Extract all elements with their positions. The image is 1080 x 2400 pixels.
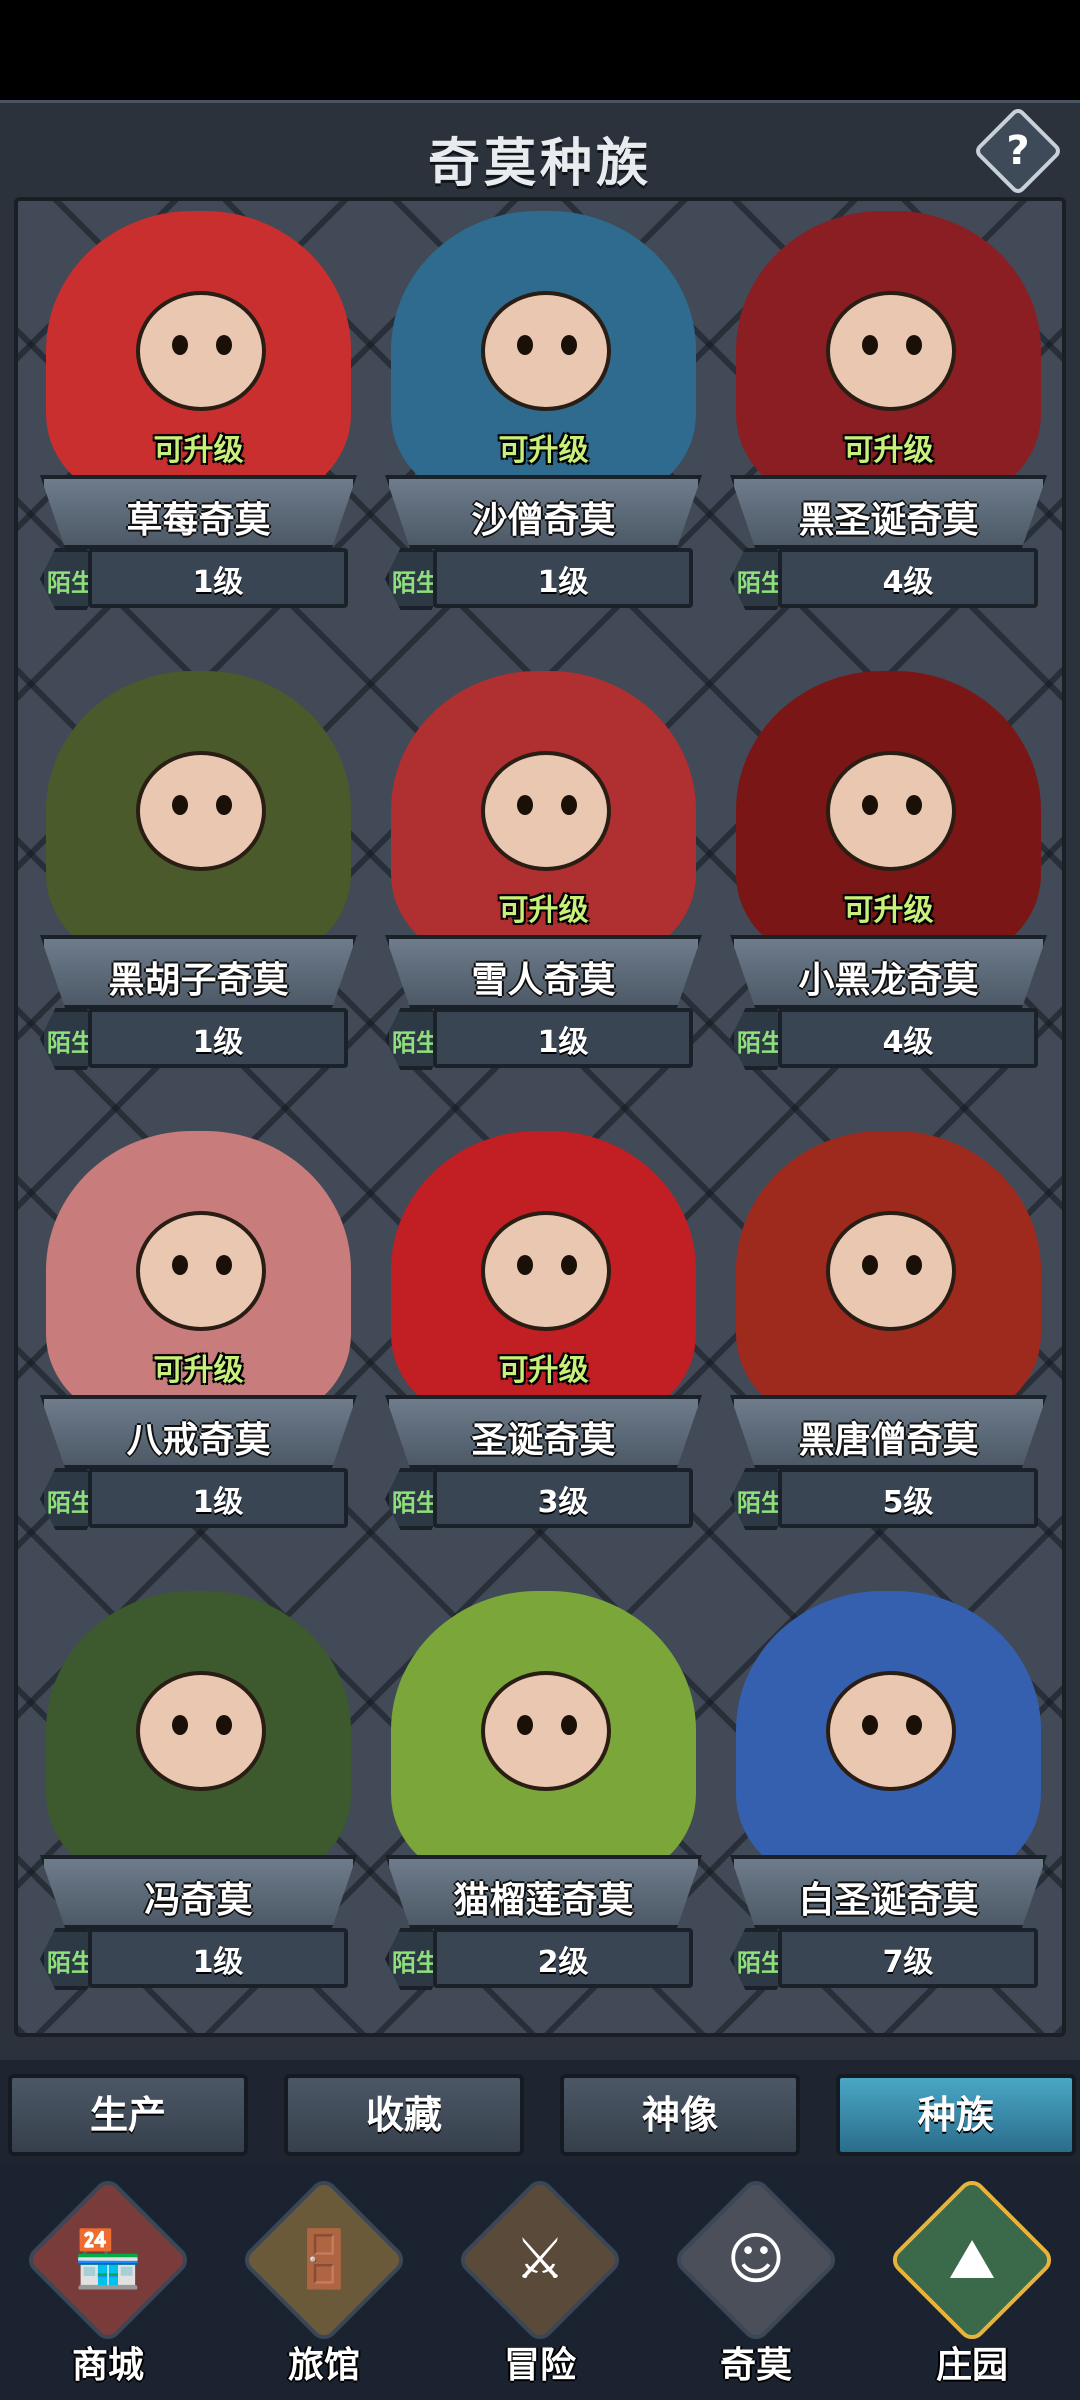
race-card[interactable]: 可升级 雪人奇莫 陌生 1级: [371, 663, 716, 1093]
chimo-glyph: ☺: [726, 2227, 786, 2292]
upgrade-label: 可升级: [843, 893, 934, 928]
race-name: 冯奇莫: [144, 1880, 253, 1921]
upgrade-label: 可升级: [153, 1353, 244, 1388]
nav-chimo[interactable]: ☺ 奇莫: [648, 2164, 864, 2400]
race-name: 白圣诞奇莫: [798, 1880, 979, 1921]
nav-inn[interactable]: 🚪 旅馆: [216, 2164, 432, 2400]
tab-collection[interactable]: 收藏: [284, 2074, 524, 2156]
character-portrait: [46, 1591, 351, 1881]
race-card[interactable]: 黑唐僧奇莫 陌生 5级: [716, 1123, 1061, 1553]
race-name: 雪人奇莫: [471, 960, 616, 1001]
status-bar: [0, 0, 1080, 100]
help-icon: ?: [1006, 128, 1030, 174]
character-portrait: [391, 1591, 696, 1881]
level-label: 3级: [537, 1485, 589, 1520]
page-title: 奇莫种族: [427, 134, 652, 194]
level-label: 4级: [882, 565, 934, 600]
category-tab-bar: 生产 收藏 神像 种族: [0, 2060, 1080, 2164]
level-label: 1级: [537, 1025, 589, 1060]
race-card[interactable]: 白圣诞奇莫 陌生 7级: [716, 1583, 1061, 2013]
race-card[interactable]: 可升级 小黑龙奇莫 陌生 4级: [716, 663, 1061, 1093]
race-name: 黑胡子奇莫: [108, 960, 289, 1001]
nav-label: 旅馆: [287, 2345, 360, 2386]
shop-glyph: 🏪: [73, 2227, 143, 2292]
upgrade-label: 可升级: [153, 433, 244, 468]
level-label: 1级: [537, 565, 589, 600]
manor-glyph: ⛰: [948, 2227, 996, 2292]
race-name: 沙僧奇莫: [471, 500, 616, 541]
character-portrait: [46, 671, 351, 961]
nav-label: 商城: [71, 2345, 144, 2386]
race-name: 黑圣诞奇莫: [798, 500, 979, 541]
race-card[interactable]: 可升级 八戒奇莫 陌生 1级: [26, 1123, 371, 1553]
inn-glyph: 🚪: [289, 2227, 359, 2292]
nav-label: 奇莫: [719, 2345, 792, 2386]
race-card[interactable]: 猫榴莲奇莫 陌生 2级: [371, 1583, 716, 2013]
nav-label: 庄园: [935, 2345, 1008, 2386]
race-card[interactable]: 可升级 黑圣诞奇莫 陌生 4级: [716, 203, 1061, 633]
level-label: 2级: [537, 1945, 589, 1980]
level-label: 4级: [882, 1025, 934, 1060]
adventure-glyph: ⚔: [514, 2227, 566, 2292]
tab-race[interactable]: 种族: [836, 2074, 1076, 2156]
race-card[interactable]: 可升级 沙僧奇莫 陌生 1级: [371, 203, 716, 633]
nav-adventure[interactable]: ⚔ 冒险: [432, 2164, 648, 2400]
race-card[interactable]: 可升级 草莓奇莫 陌生 1级: [26, 203, 371, 633]
character-portrait: [736, 1591, 1041, 1881]
race-name: 圣诞奇莫: [471, 1420, 616, 1461]
nav-manor[interactable]: ⛰ 庄园: [864, 2164, 1080, 2400]
upgrade-label: 可升级: [843, 433, 934, 468]
race-name: 小黑龙奇莫: [798, 960, 979, 1001]
level-label: 5级: [882, 1485, 934, 1520]
race-panel: 奇莫种族 ? 可升级 草莓奇莫 陌生 1级 可升级 沙僧奇莫 陌生 1级 可升级…: [0, 100, 1080, 2060]
race-card[interactable]: 黑胡子奇莫 陌生 1级: [26, 663, 371, 1093]
level-label: 1级: [192, 1025, 244, 1060]
race-card-grid[interactable]: 可升级 草莓奇莫 陌生 1级 可升级 沙僧奇莫 陌生 1级 可升级 黑圣诞奇莫 …: [14, 197, 1066, 2037]
race-name: 八戒奇莫: [126, 1420, 271, 1461]
race-name: 草莓奇莫: [126, 500, 271, 541]
level-label: 7级: [882, 1945, 934, 1980]
race-card[interactable]: 可升级 圣诞奇莫 陌生 3级: [371, 1123, 716, 1553]
level-label: 1级: [192, 1485, 244, 1520]
race-name: 猫榴莲奇莫: [453, 1880, 634, 1921]
tab-production[interactable]: 生产: [8, 2074, 248, 2156]
upgrade-label: 可升级: [498, 893, 589, 928]
race-name: 黑唐僧奇莫: [798, 1420, 979, 1461]
level-label: 1级: [192, 1945, 244, 1980]
nav-shop[interactable]: 🏪 商城: [0, 2164, 216, 2400]
nav-label: 冒险: [503, 2345, 576, 2386]
level-label: 1级: [192, 565, 244, 600]
bottom-nav: 🏪 商城 🚪 旅馆 ⚔ 冒险 ☺ 奇莫 ⛰ 庄园: [0, 2164, 1080, 2400]
race-card[interactable]: 冯奇莫 陌生 1级: [26, 1583, 371, 2013]
character-portrait: [736, 1131, 1041, 1421]
tab-statue[interactable]: 神像: [560, 2074, 800, 2156]
upgrade-label: 可升级: [498, 433, 589, 468]
upgrade-label: 可升级: [498, 1353, 589, 1388]
